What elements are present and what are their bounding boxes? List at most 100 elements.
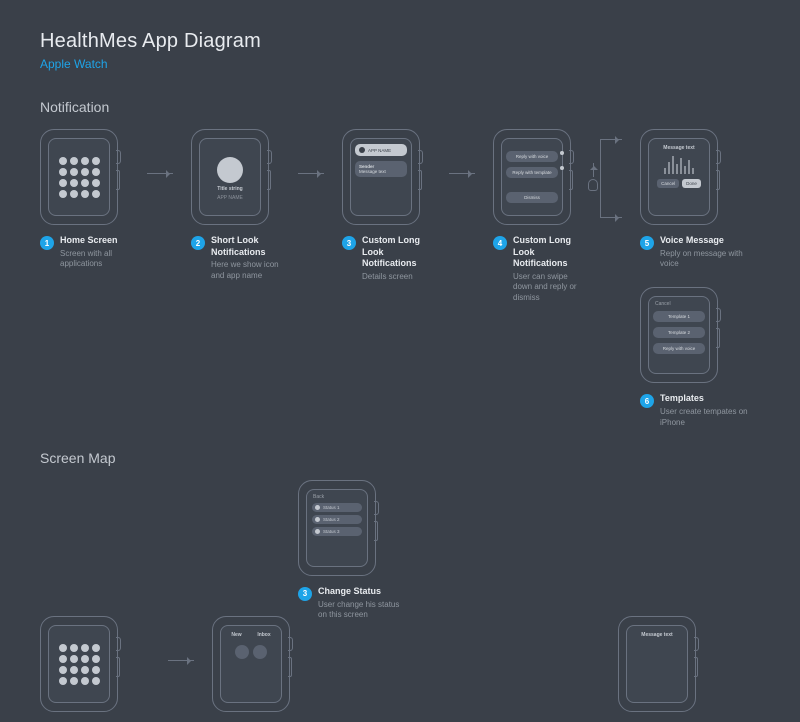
- step-number: 1: [40, 236, 54, 250]
- caption: 3 Custom Long Look Notifications Details…: [342, 235, 431, 282]
- watch-frame: APP NAME Sender Message text: [342, 129, 420, 225]
- connector-dot: [560, 166, 563, 170]
- status-3: Status 3: [312, 527, 362, 536]
- step-number: 2: [191, 236, 205, 250]
- watch-screen-voice: Message text Cancel Done: [648, 138, 710, 216]
- step-sub: User can swipe down and reply or dismiss: [513, 272, 582, 303]
- app-icon: [217, 157, 243, 183]
- screenmap-bottom-row: New Inbox Message text: [40, 616, 760, 722]
- btn-done: Done: [682, 179, 701, 188]
- template-2: Template 2: [653, 327, 705, 338]
- notification-flow-row: 1 Home Screen Screen with all applicatio…: [40, 129, 760, 428]
- tab-new: New: [231, 632, 241, 638]
- notif-msg: Message text: [359, 169, 403, 174]
- step-sub: Reply on message with voice: [660, 249, 760, 270]
- step-sub: Here we show icon and app name: [211, 260, 280, 281]
- step-title: Home Screen: [60, 235, 129, 247]
- step-status: Back Status 1 Status 2 Status 3 3 Change…: [298, 480, 408, 620]
- tab-row: New Inbox: [225, 632, 277, 638]
- watch-frame: Message text Cancel Done: [640, 129, 718, 225]
- watch-screen-templates: Cancel Template 1 Template 2 Reply with …: [648, 296, 710, 374]
- status-2: Status 2: [312, 515, 362, 524]
- step-sub: User change his status on this screen: [318, 600, 408, 621]
- section-notification-label: Notification: [40, 99, 760, 115]
- step-title: Templates: [660, 393, 760, 405]
- caption: 5 Voice Message Reply on message with vo…: [640, 235, 760, 269]
- notif-body: Sender Message text: [355, 161, 407, 177]
- notif-header: APP NAME: [355, 144, 407, 156]
- branch-steps: Message text Cancel Done 5: [640, 129, 760, 428]
- section-screenmap-label: Screen Map: [40, 450, 760, 466]
- screenmap-top-row: Back Status 1 Status 2 Status 3 3 Change…: [298, 480, 760, 620]
- app-grid-icon: [59, 644, 100, 685]
- step-number: 3: [298, 587, 312, 601]
- step-long-look: APP NAME Sender Message text 3 Custom Lo…: [342, 129, 431, 282]
- template-1: Template 1: [653, 311, 705, 322]
- swipe-up-icon: [588, 163, 598, 191]
- waveform-icon: [664, 156, 694, 174]
- btn-reply-template: Reply with template: [506, 167, 558, 178]
- step-number: 6: [640, 394, 654, 408]
- btn-cancel: Cancel: [657, 179, 679, 188]
- voice-header: Message text: [663, 145, 694, 151]
- watch-frame: Message text: [618, 616, 696, 712]
- step-templates: Cancel Template 1 Template 2 Reply with …: [640, 287, 760, 427]
- watch-frame: [40, 129, 118, 225]
- step-short-look: Title string APP NAME 2 Short Look Notif…: [191, 129, 280, 281]
- watch-screen-status: Back Status 1 Status 2 Status 3: [306, 489, 368, 567]
- btn-reply-voice: Reply with voice: [506, 151, 558, 162]
- arrow-icon: [168, 660, 194, 661]
- step-number: 3: [342, 236, 356, 250]
- voice-buttons: Cancel Done: [657, 179, 701, 188]
- caption: 4 Custom Long Look Notifications User ca…: [493, 235, 582, 303]
- shortlook-title: Title string: [217, 186, 242, 192]
- step-title: Short Look Notifications: [211, 235, 280, 258]
- step-reply-actions: Reply with voice Reply with template Dis…: [493, 129, 582, 303]
- tab-dots: [235, 645, 267, 659]
- step-home-2: [40, 616, 150, 722]
- tab-inbox: Inbox: [257, 632, 270, 638]
- step-tabs: New Inbox: [212, 616, 322, 722]
- step-title: Change Status: [318, 586, 408, 598]
- branch-connector: [600, 139, 622, 217]
- arrow-icon: [147, 173, 173, 174]
- watch-frame: Cancel Template 1 Template 2 Reply with …: [640, 287, 718, 383]
- app-grid-icon: [59, 157, 100, 198]
- watch-frame: Back Status 1 Status 2 Status 3: [298, 480, 376, 576]
- notif-app: APP NAME: [368, 148, 391, 153]
- caption: 2 Short Look Notifications Here we show …: [191, 235, 280, 281]
- caption: 1 Home Screen Screen with all applicatio…: [40, 235, 129, 269]
- step-voice: Message text Cancel Done 5: [640, 129, 760, 269]
- btn-dismiss: Dismiss: [506, 192, 558, 203]
- msg-header: Message text: [641, 632, 672, 638]
- watch-frame: New Inbox: [212, 616, 290, 712]
- step-home: 1 Home Screen Screen with all applicatio…: [40, 129, 129, 269]
- caption: 3 Change Status User change his status o…: [298, 586, 408, 620]
- arrow-icon: [449, 173, 475, 174]
- watch-screen-tabs: New Inbox: [220, 625, 282, 703]
- diagram-page: HealthMes App Diagram Apple Watch Notifi…: [0, 0, 800, 722]
- watch-screen-shortlook: Title string APP NAME: [199, 138, 261, 216]
- watch-screen-home: [48, 138, 110, 216]
- watch-screen-message: Message text: [626, 625, 688, 703]
- watch-screen-longlook: APP NAME Sender Message text: [350, 138, 412, 216]
- page-subtitle: Apple Watch: [40, 57, 760, 71]
- template-voice: Reply with voice: [653, 343, 705, 354]
- step-title: Custom Long Look Notifications: [362, 235, 431, 270]
- step-sub: User create tempates on iPhone: [660, 407, 760, 428]
- step-sub: Screen with all applications: [60, 249, 129, 270]
- arrow-icon: [298, 173, 324, 174]
- watch-screen-home: [48, 625, 110, 703]
- status-back: Back: [313, 494, 324, 500]
- status-1: Status 1: [312, 503, 362, 512]
- watch-screen-actions: Reply with voice Reply with template Dis…: [501, 138, 563, 216]
- step-title: Voice Message: [660, 235, 760, 247]
- caption: 6 Templates User create tempates on iPho…: [640, 393, 760, 427]
- watch-frame: Reply with voice Reply with template Dis…: [493, 129, 571, 225]
- shortlook-app: APP NAME: [217, 195, 243, 201]
- watch-frame: [40, 616, 118, 712]
- step-title: Custom Long Look Notifications: [513, 235, 582, 270]
- connector-dot: [560, 151, 563, 155]
- step-sub: Details screen: [362, 272, 431, 282]
- page-title: HealthMes App Diagram: [40, 30, 760, 53]
